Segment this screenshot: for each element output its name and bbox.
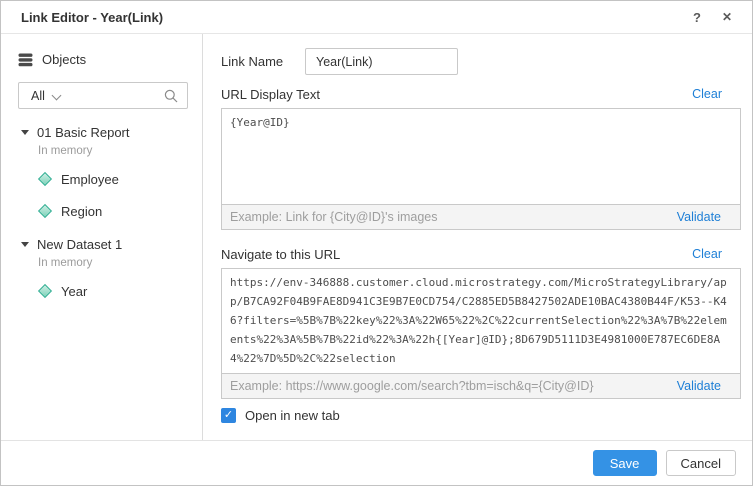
attribute-diamond-icon [38,172,52,186]
attribute-diamond-icon [38,204,52,218]
tree-item-year[interactable]: Year [38,283,188,299]
tree-item-region[interactable]: Region [38,203,188,219]
link-editor-dialog: Link Editor - Year(Link) ? ✕ Objects All [0,0,753,486]
chevron-down-icon[interactable] [53,89,62,98]
navigate-url-label: Navigate to this URL [221,247,340,262]
object-filter-box[interactable]: All [18,82,188,109]
objects-header-label: Objects [42,52,86,67]
help-icon[interactable]: ? [686,6,708,28]
url-display-clear-link[interactable]: Clear [692,87,722,101]
save-button[interactable]: Save [593,450,657,476]
tree-item-label[interactable]: Year [61,284,87,299]
tree-item-employee[interactable]: Employee [38,171,188,187]
link-editor-main: Link Name URL Display Text Clear {Year@I… [203,34,752,440]
tree-item-label[interactable]: Employee [61,172,119,187]
objects-sidebar: Objects All 01 Basic Report In memory [1,34,203,440]
close-icon[interactable]: ✕ [716,6,738,28]
url-display-label: URL Display Text [221,87,320,102]
dialog-footer: Save Cancel [1,440,752,485]
collapse-arrow-icon[interactable] [21,130,29,135]
open-new-tab-row[interactable]: ✓ Open in new tab [221,408,741,423]
tree-group-status: In memory [38,257,188,269]
open-new-tab-checkbox[interactable]: ✓ [221,408,236,423]
search-icon[interactable] [164,89,178,103]
link-name-input[interactable] [305,48,458,75]
navigate-url-validate-link[interactable]: Validate [677,379,721,393]
navigate-url-clear-link[interactable]: Clear [692,247,722,261]
tree-group-row-new-dataset-1[interactable]: New Dataset 1 [21,235,188,253]
objects-header: Objects [18,52,188,67]
navigate-url-header: Navigate to this URL Clear [221,245,741,263]
tree-group-label[interactable]: New Dataset 1 [37,237,122,252]
objects-tree: 01 Basic Report In memory Employee Regio… [18,123,188,299]
tree-group: 01 Basic Report In memory Employee Regio… [21,123,188,219]
url-display-textarea[interactable]: {Year@ID} [221,108,741,205]
dialog-title: Link Editor - Year(Link) [21,10,678,25]
link-name-row: Link Name [221,48,741,75]
datasets-stack-icon [18,53,33,67]
tree-group-label[interactable]: 01 Basic Report [37,125,130,140]
dialog-body: Objects All 01 Basic Report In memory [1,34,752,440]
tree-group-row-01-basic-report[interactable]: 01 Basic Report [21,123,188,141]
cancel-button[interactable]: Cancel [666,450,736,476]
navigate-url-textarea[interactable]: https://env-346888.customer.cloud.micros… [221,268,741,374]
collapse-arrow-icon[interactable] [21,242,29,247]
tree-group-status: In memory [38,145,188,157]
filter-selected-value[interactable]: All [31,89,45,103]
attribute-diamond-icon [38,284,52,298]
url-display-validate-link[interactable]: Validate [677,210,721,224]
navigate-url-example-bar: Example: https://www.google.com/search?t… [221,373,741,399]
url-display-example-bar: Example: Link for {City@ID}'s images Val… [221,204,741,230]
open-new-tab-label: Open in new tab [245,408,340,423]
link-name-label: Link Name [221,54,305,69]
url-display-example-text: Example: Link for {City@ID}'s images [230,210,677,224]
title-bar: Link Editor - Year(Link) ? ✕ [1,1,752,34]
tree-group: New Dataset 1 In memory Year [21,235,188,299]
tree-item-label[interactable]: Region [61,204,102,219]
url-display-header: URL Display Text Clear [221,85,741,103]
navigate-url-example-text: Example: https://www.google.com/search?t… [230,379,677,393]
